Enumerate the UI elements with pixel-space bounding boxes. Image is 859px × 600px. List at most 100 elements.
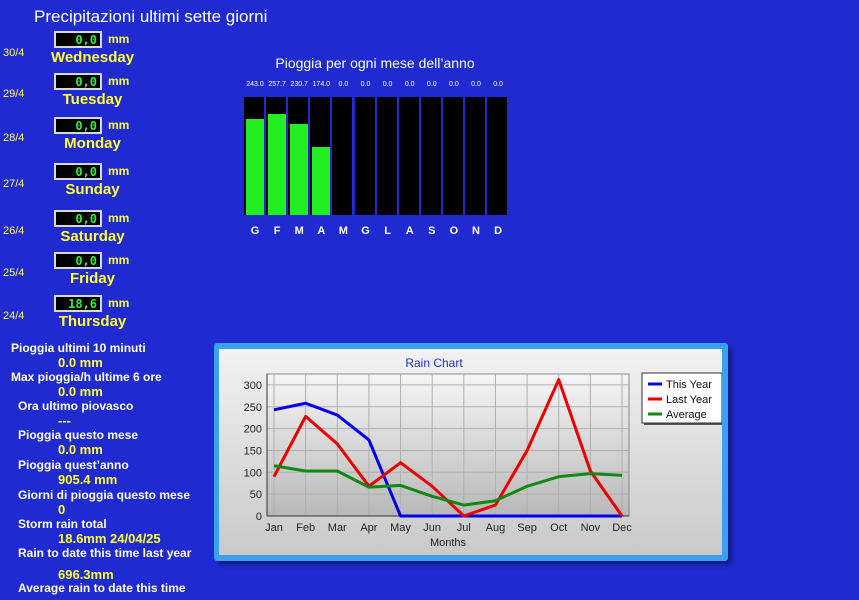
- day-row: 30/4 0,0 mm Wednesday: [0, 31, 200, 71]
- month-bar-bg: [442, 97, 463, 215]
- last-rain-label: Ora ultimo piovasco: [18, 399, 134, 413]
- year-rain-value: 905.4 mm: [58, 472, 118, 487]
- day-date: 24/4: [3, 310, 25, 322]
- month-bar-label: M: [294, 225, 304, 237]
- month-bar-label: O: [449, 225, 459, 237]
- month-rain-value: 0.0 mm: [58, 442, 103, 457]
- day-value: 0,0: [54, 252, 102, 269]
- x-tick-label: Sep: [517, 522, 537, 534]
- rain-chart-svg: Rain Chart 0 50 100 150 200 250 300 Jan Feb Mar Apr…: [244, 356, 724, 549]
- month-bar: [312, 146, 331, 215]
- day-row: 26/4 0,0 mm Saturday: [0, 210, 200, 250]
- last-year-label: Rain to date this time last year: [18, 546, 192, 560]
- average-label: Average rain to date this time: [18, 581, 186, 595]
- x-tick-label: Feb: [296, 522, 315, 534]
- day-date: 30/4: [3, 47, 25, 59]
- month-bar-value: 0.0: [338, 81, 349, 88]
- rain-10min-label: Pioggia ultimi 10 minuti: [11, 341, 146, 355]
- month-bar-label: N: [472, 225, 480, 237]
- day-value: 0,0: [54, 73, 102, 90]
- day-row: 28/4 0,0 mm Monday: [0, 117, 200, 157]
- month-bar-label: G: [361, 225, 370, 237]
- month-bar-value: 243.0: [246, 81, 264, 88]
- day-date: 28/4: [3, 132, 25, 144]
- x-tick-label: Oct: [550, 522, 567, 534]
- monthly-chart-title: Pioggia per ogni mese dell’anno: [275, 55, 475, 71]
- day-value: 0,0: [54, 117, 102, 134]
- page-title: Precipitazioni ultimi sette giorni: [34, 7, 268, 26]
- month-bar: [246, 119, 264, 215]
- day-unit: mm: [108, 32, 130, 46]
- month-bar-label: L: [384, 225, 391, 237]
- x-tick-label: Nov: [581, 522, 601, 534]
- month-bar-bg: [465, 97, 485, 215]
- month-bar-label: D: [494, 225, 503, 237]
- month-bar-value: 174.0: [312, 81, 331, 88]
- x-tick-label: Aug: [486, 522, 506, 534]
- day-name: Saturday: [60, 228, 125, 245]
- day-name: Sunday: [65, 181, 120, 198]
- month-bar-value: 0.0: [449, 81, 459, 88]
- storm-value: 18.6mm 24/04/25: [58, 531, 161, 546]
- month-bar-value: 257.7: [268, 81, 286, 88]
- month-rain-label: Pioggia questo mese: [18, 428, 139, 442]
- y-tick-label: 50: [250, 489, 262, 501]
- x-tick-label: Jul: [457, 522, 471, 534]
- month-bar-value: 0.0: [493, 81, 503, 88]
- month-bar-bg: [244, 97, 264, 215]
- day-unit: mm: [108, 296, 130, 310]
- month-bar-bg: [420, 97, 441, 215]
- day-unit: mm: [108, 74, 130, 88]
- chart-title: Rain Chart: [405, 356, 463, 370]
- day-value: 0,0: [54, 163, 102, 180]
- day-name: Friday: [69, 270, 115, 287]
- month-bar-bg: [376, 97, 397, 215]
- y-tick-label: 100: [244, 467, 262, 479]
- legend-label: This Year: [666, 379, 712, 391]
- month-bar-label: F: [273, 225, 281, 237]
- day-row: 29/4 0,0 mm Tuesday: [0, 73, 200, 113]
- month-bar-label: A: [405, 225, 414, 237]
- month-bar-bg: [266, 97, 287, 215]
- rain-days-label: Giorni di pioggia questo mese: [18, 488, 191, 502]
- legend-label: Last Year: [666, 394, 712, 406]
- month-bar-value: 230.7: [290, 81, 308, 88]
- y-tick-label: 250: [244, 402, 262, 414]
- day-unit: mm: [108, 118, 130, 132]
- month-bar-value: 0.0: [382, 81, 393, 88]
- day-value: 0,0: [54, 210, 102, 227]
- rain-days-value: 0: [58, 502, 66, 517]
- day-name: Monday: [64, 135, 121, 152]
- max-rate-label: Max pioggia/h ultime 6 ore: [11, 370, 162, 384]
- x-axis-title: Months: [430, 537, 467, 549]
- last-year-value: 696.3mm: [58, 567, 114, 582]
- month-bar-label: S: [428, 225, 436, 237]
- legend-label: Average: [666, 409, 707, 421]
- storm-label: Storm rain total: [18, 517, 107, 531]
- y-tick-label: 300: [244, 380, 262, 392]
- day-value: 18,6: [54, 295, 102, 312]
- month-bar-value: 0.0: [471, 81, 481, 88]
- x-tick-label: Mar: [328, 522, 347, 534]
- plot-area: [266, 373, 630, 517]
- max-rate-value: 0.0 mm: [58, 384, 103, 399]
- y-tick-label: 0: [256, 511, 262, 523]
- day-name: Thursday: [58, 313, 127, 330]
- day-row: 24/4 18,6 mm Thursday: [0, 295, 200, 335]
- month-bar: [290, 124, 309, 215]
- x-tick-label: Dec: [612, 522, 632, 534]
- month-bar-value: 0.0: [426, 81, 437, 88]
- day-date: 26/4: [3, 225, 25, 237]
- month-bar-label: A: [317, 225, 326, 237]
- rain-chart-area: Rain Chart 0 50 100 150 200 250 300 Jan Feb Mar Apr…: [219, 349, 724, 555]
- month-bar-bg: [332, 97, 353, 215]
- y-tick-label: 200: [244, 424, 262, 436]
- month-bar-label: G: [250, 225, 260, 237]
- day-date: 27/4: [3, 178, 25, 190]
- year-rain-label: Pioggia quest’anno: [18, 458, 129, 472]
- month-bar-bg: [487, 97, 508, 215]
- month-bar-value: 0.0: [404, 81, 415, 88]
- x-tick-label: Jun: [423, 522, 441, 534]
- rain-chart-panel: Rain Chart 0 50 100 150 200 250 300 Jan Feb Mar Apr…: [214, 343, 728, 561]
- month-bar-label: M: [338, 225, 348, 237]
